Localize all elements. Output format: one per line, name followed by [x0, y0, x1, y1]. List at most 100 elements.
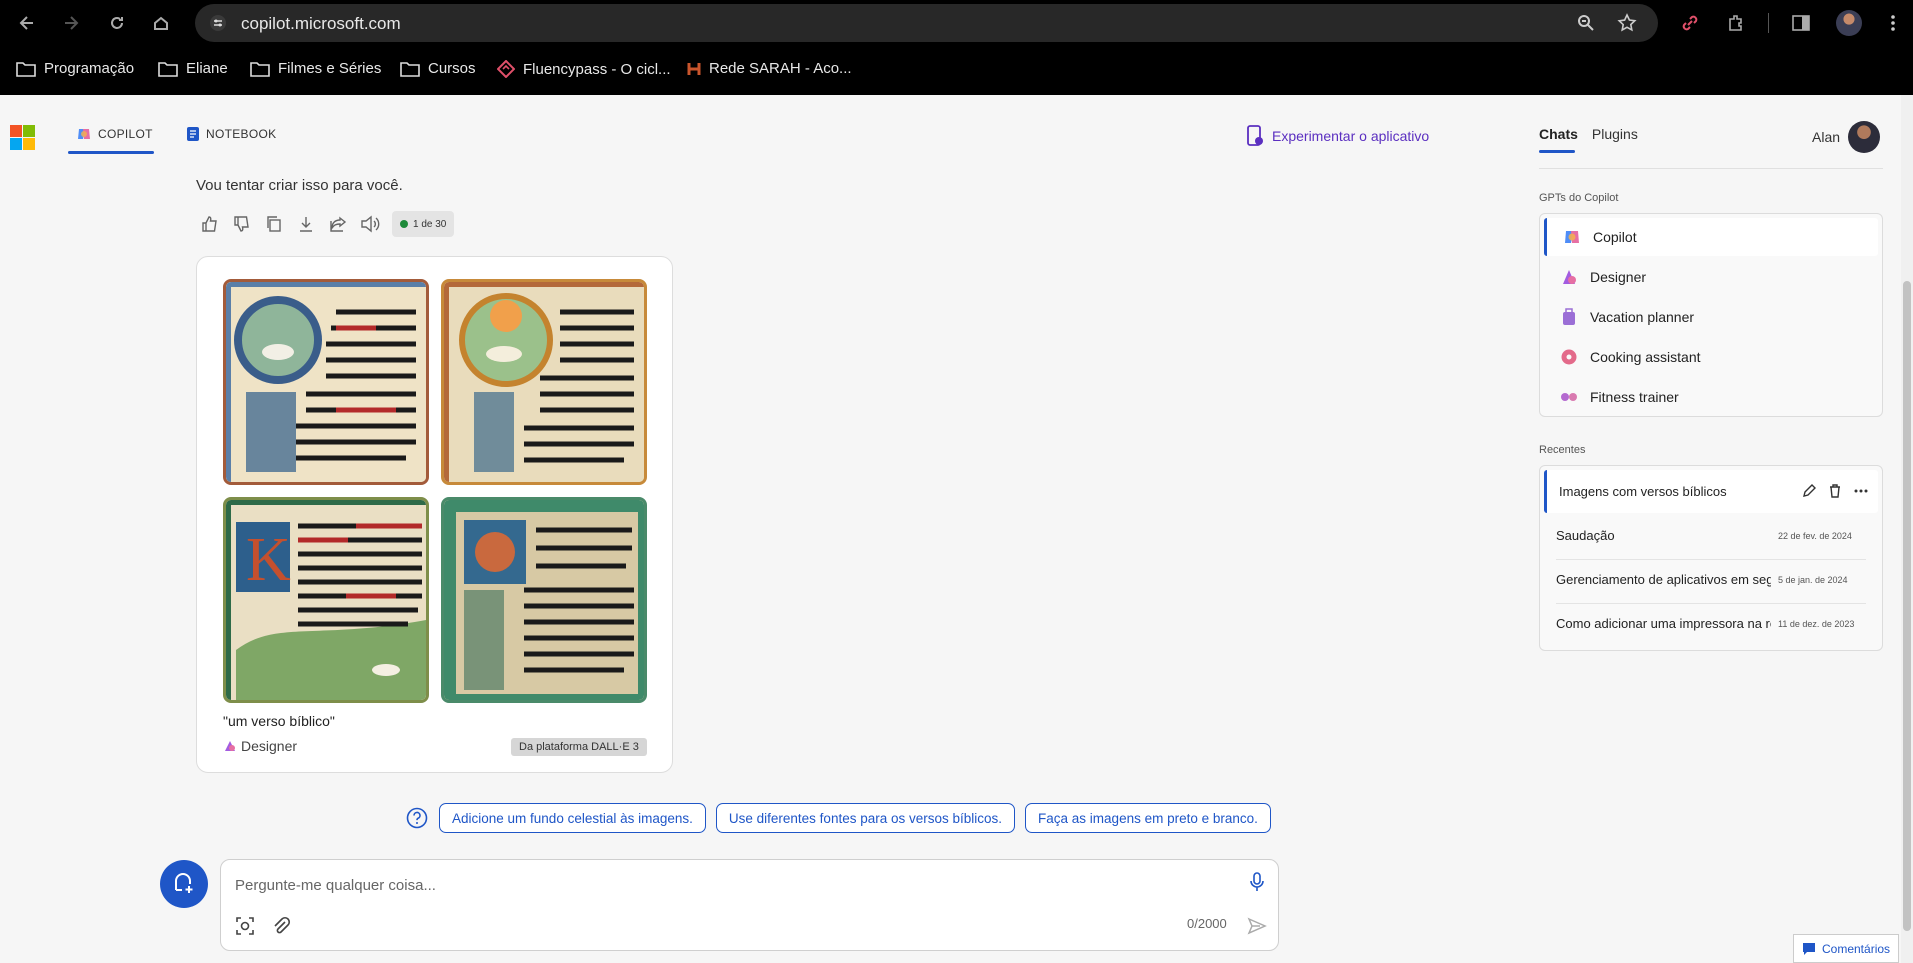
gpt-label: Designer	[1590, 269, 1647, 285]
read-aloud-icon[interactable]	[360, 214, 380, 234]
bookmark-link[interactable]: Fluencypass - O cicl...	[497, 60, 671, 78]
attach-icon[interactable]	[271, 916, 291, 941]
copilot-icon	[78, 129, 90, 139]
recent-chat-item[interactable]: Como adicionar uma impressora na rede 11…	[1544, 602, 1878, 645]
folder-icon	[250, 61, 270, 77]
tab-plugins[interactable]: Plugins	[1592, 126, 1638, 142]
suggestions-row: Adicione um fundo celestial às imagens. …	[405, 803, 1271, 833]
thumbs-down-icon[interactable]	[232, 214, 252, 234]
copy-icon[interactable]	[264, 214, 284, 234]
suggestion-chip[interactable]: Faça as imagens em preto e branco.	[1025, 803, 1271, 833]
gpt-label: Fitness trainer	[1590, 389, 1679, 405]
bookmark-star-icon[interactable]	[1617, 13, 1637, 38]
tab-copilot[interactable]: COPILOT	[76, 126, 153, 142]
generated-image[interactable]	[441, 497, 647, 703]
tab-notebook[interactable]: NOTEBOOK	[186, 126, 276, 142]
link-extension-icon[interactable]	[1677, 10, 1703, 36]
folder-icon	[16, 61, 36, 77]
generated-image[interactable]: K	[223, 497, 429, 703]
dalle-badge: Da plataforma DALL·E 3	[511, 738, 647, 756]
illuminated-manuscript-image: K	[226, 500, 426, 700]
recent-chat-title: Saudação	[1556, 528, 1615, 543]
bookmark-folder[interactable]: Programação	[16, 60, 134, 77]
tab-chats[interactable]: Chats	[1539, 126, 1578, 142]
chat-composer: 0/2000	[220, 859, 1279, 951]
feedback-button[interactable]: Comentários	[1793, 934, 1899, 963]
back-icon[interactable]	[14, 10, 40, 36]
reload-icon[interactable]	[104, 10, 130, 36]
image-result-card: K "um verso bíblico" Designer Da platafo…	[196, 256, 673, 773]
feedback-label: Comentários	[1822, 941, 1891, 956]
bookmark-link[interactable]: Rede SARAH - Aco...	[687, 60, 852, 77]
counter-label: 1 de 30	[413, 218, 447, 230]
more-icon[interactable]	[1853, 483, 1869, 502]
visual-search-icon[interactable]	[235, 916, 255, 941]
comment-icon	[1803, 942, 1815, 955]
recent-chat-item[interactable]: Gerenciamento de aplicativos em segundo …	[1544, 558, 1878, 601]
extensions-icon[interactable]	[1723, 10, 1749, 36]
bookmark-label: Fluencypass - O cicl...	[523, 60, 671, 78]
edit-icon[interactable]	[1801, 483, 1817, 502]
active-tab-indicator	[68, 151, 154, 154]
thumbs-up-icon[interactable]	[200, 214, 220, 234]
sidebar-tab-indicator	[1539, 150, 1575, 153]
folder-icon	[158, 61, 178, 77]
browser-menu-icon[interactable]	[1880, 10, 1906, 36]
designer-icon	[1563, 270, 1576, 284]
site-info-icon[interactable]	[209, 14, 227, 37]
url-text: copilot.microsoft.com	[241, 14, 401, 33]
suggestion-chip[interactable]: Adicione um fundo celestial às imagens.	[439, 803, 706, 833]
delete-icon[interactable]	[1827, 483, 1843, 502]
designer-link[interactable]: Designer	[223, 738, 297, 754]
recent-chat-date: 22 de fev. de 2024	[1778, 530, 1852, 541]
dumbbell-icon	[1561, 393, 1577, 401]
microphone-icon[interactable]	[1249, 872, 1265, 897]
new-topic-button[interactable]	[160, 860, 208, 908]
designer-icon	[225, 741, 235, 751]
recent-chats-list: Imagens com versos bíblicos Saudação 22 …	[1539, 465, 1883, 651]
user-name[interactable]: Alan	[1812, 129, 1840, 145]
gpt-label: Copilot	[1593, 229, 1637, 245]
fluencypass-icon	[497, 60, 515, 78]
gpt-item-cooking-assistant[interactable]: Cooking assistant	[1544, 338, 1878, 376]
chat-input[interactable]	[235, 870, 1195, 900]
sidebar-divider	[1539, 168, 1883, 169]
bookmark-label: Rede SARAH - Aco...	[709, 60, 852, 77]
copilot-page: COPILOT NOTEBOOK Experimentar o aplicati…	[0, 95, 1913, 963]
browser-profile-avatar[interactable]	[1836, 10, 1862, 36]
bookmark-folder[interactable]: Cursos	[400, 60, 476, 77]
try-app-link[interactable]: Experimentar o aplicativo	[1246, 125, 1429, 147]
gpt-item-vacation-planner[interactable]: Vacation planner	[1544, 298, 1878, 336]
sidebar-tabs: Chats Plugins	[1539, 126, 1638, 142]
download-icon[interactable]	[296, 214, 316, 234]
avatar[interactable]	[1848, 121, 1880, 153]
gpt-item-designer[interactable]: Designer	[1544, 258, 1878, 296]
gpt-item-fitness-trainer[interactable]: Fitness trainer	[1544, 378, 1878, 416]
forward-icon[interactable]	[58, 10, 84, 36]
recent-chat-item[interactable]: Saudação 22 de fev. de 2024	[1544, 514, 1878, 557]
char-count: 0/2000	[1187, 916, 1227, 931]
message-actions: 1 de 30	[200, 211, 455, 237]
generated-image[interactable]	[441, 279, 647, 485]
bookmark-folder[interactable]: Eliane	[158, 60, 228, 77]
zoom-icon[interactable]	[1577, 14, 1595, 37]
status-dot	[400, 220, 408, 228]
bookmark-folder[interactable]: Filmes e Séries	[250, 60, 381, 77]
help-icon[interactable]	[405, 806, 429, 830]
suggestion-chip[interactable]: Use diferentes fontes para os versos bíb…	[715, 803, 1016, 833]
share-icon[interactable]	[328, 214, 348, 234]
url-bar[interactable]: copilot.microsoft.com	[195, 4, 1658, 42]
send-icon[interactable]	[1247, 916, 1267, 941]
illuminated-manuscript-image	[226, 282, 426, 482]
generated-image[interactable]	[223, 279, 429, 485]
try-app-label: Experimentar o aplicativo	[1272, 128, 1430, 144]
recent-chat-date: 5 de jan. de 2024	[1778, 574, 1848, 585]
recent-chat-item[interactable]: Imagens com versos bíblicos	[1544, 470, 1878, 513]
recent-chat-title: Gerenciamento de aplicativos em segundo …	[1556, 572, 1771, 587]
designer-label: Designer	[241, 738, 298, 754]
microsoft-logo[interactable]	[10, 125, 35, 155]
gpt-item-copilot[interactable]: Copilot	[1544, 218, 1878, 256]
home-icon[interactable]	[148, 10, 174, 36]
scroll-thumb[interactable]	[1903, 281, 1911, 931]
side-panel-icon[interactable]	[1788, 10, 1814, 36]
